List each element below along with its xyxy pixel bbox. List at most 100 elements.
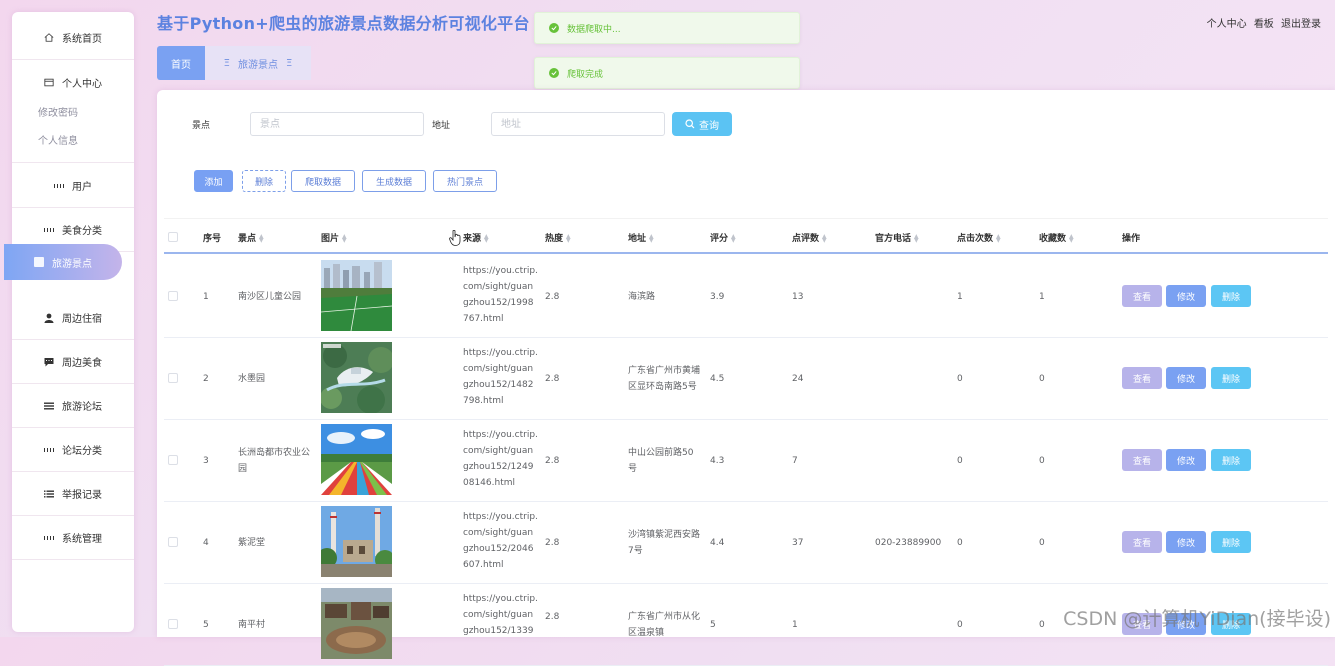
- grid-icon: [44, 533, 54, 543]
- cell-clicks: 0: [957, 535, 963, 551]
- toast-done: 爬取完成: [534, 57, 800, 89]
- sort-icon: ▲▼: [996, 235, 1001, 243]
- cell-phone: 020-23889900: [875, 535, 941, 551]
- row-checkbox[interactable]: [168, 291, 178, 301]
- delete-button[interactable]: 删除: [1211, 531, 1251, 553]
- scenic-icon: [34, 257, 44, 267]
- list-icon: [44, 489, 54, 499]
- edit-button[interactable]: 修改: [1166, 449, 1206, 471]
- cell-reviews: 37: [792, 535, 803, 551]
- cell-reviews: 7: [792, 453, 798, 469]
- crawl-data-button[interactable]: 爬取数据: [291, 170, 355, 192]
- personal-center-link[interactable]: 个人中心: [1207, 19, 1247, 30]
- delete-button[interactable]: 删除: [1211, 449, 1251, 471]
- tab-scenic[interactable]: Ξ 旅游景点 Ξ: [205, 46, 311, 80]
- cell-source: https://you.ctrip.com/sight/guangzhou152…: [463, 591, 538, 639]
- scenic-image: [321, 342, 392, 413]
- sort-icon: ▲▼: [822, 235, 827, 243]
- row-checkbox[interactable]: [168, 455, 178, 465]
- menu-icon: Ξ: [286, 58, 292, 69]
- col-heat[interactable]: 热度▲▼: [545, 231, 571, 244]
- logout-link[interactable]: 退出登录: [1281, 19, 1321, 30]
- toast-message: 爬取完成: [567, 67, 603, 80]
- sidebar-item-users[interactable]: 用户: [12, 164, 134, 208]
- sidebar-item-label: 美食分类: [62, 222, 102, 237]
- delete-button[interactable]: 删除: [1211, 285, 1251, 307]
- cell-reviews: 1: [792, 617, 798, 633]
- cell-name: 南沙区儿童公园: [238, 289, 301, 305]
- sidebar-item-scenic[interactable]: 旅游景点: [4, 244, 122, 280]
- hot-scenic-button[interactable]: 热门景点: [433, 170, 497, 192]
- cell-index: 1: [203, 289, 209, 305]
- cell-favorites: 0: [1039, 371, 1045, 387]
- scenic-label: 景点: [192, 118, 210, 131]
- col-source[interactable]: 来源▲▼: [463, 231, 489, 244]
- page-title: 基于Python+爬虫的旅游景点数据分析可视化平台: [157, 10, 530, 34]
- list-icon: [44, 401, 54, 411]
- personal-center-icon: [44, 77, 54, 87]
- toast-crawling: 数据爬取中...: [534, 12, 800, 44]
- cell-address: 广东省广州市黄埔区显环岛南路5号: [628, 363, 700, 395]
- view-button[interactable]: 查看: [1122, 449, 1162, 471]
- col-reviews[interactable]: 点评数▲▼: [792, 231, 827, 244]
- sort-icon: ▲▼: [259, 235, 264, 243]
- cell-clicks: 1: [957, 289, 963, 305]
- grid-icon: [44, 225, 54, 235]
- cell-favorites: 0: [1039, 535, 1045, 551]
- cell-clicks: 0: [957, 617, 963, 633]
- select-all-checkbox[interactable]: [168, 232, 178, 242]
- dashboard-link[interactable]: 看板: [1254, 19, 1274, 30]
- row-checkbox[interactable]: [168, 537, 178, 547]
- col-name[interactable]: 景点▲▼: [238, 231, 264, 244]
- view-button[interactable]: 查看: [1122, 367, 1162, 389]
- sidebar-item-system[interactable]: 系统管理: [12, 516, 134, 560]
- sidebar-divider: [12, 162, 134, 163]
- cell-address: 海滨路: [628, 289, 655, 305]
- col-favorites[interactable]: 收藏数▲▼: [1039, 231, 1074, 244]
- view-button[interactable]: 查看: [1122, 531, 1162, 553]
- address-input[interactable]: [491, 112, 665, 136]
- sidebar-item-home[interactable]: 系统首页: [12, 16, 134, 60]
- add-button[interactable]: 添加: [194, 170, 233, 192]
- row-checkbox[interactable]: [168, 619, 178, 629]
- success-icon: [549, 23, 559, 33]
- edit-button[interactable]: 修改: [1166, 531, 1206, 553]
- scenic-input[interactable]: [250, 112, 424, 136]
- tab-home[interactable]: 首页: [157, 46, 205, 80]
- scenic-image: [321, 424, 392, 495]
- sidebar-item-label: 周边美食: [62, 354, 102, 369]
- cell-address: 广东省广州市从化区温泉镇: [628, 609, 700, 641]
- sidebar-item-forum-category[interactable]: 论坛分类: [12, 428, 134, 472]
- sidebar-sub-change-password[interactable]: 修改密码: [38, 104, 78, 119]
- edit-button[interactable]: 修改: [1166, 367, 1206, 389]
- cell-score: 4.3: [710, 453, 724, 469]
- col-index: 序号: [203, 231, 221, 244]
- cell-heat: 2.8: [545, 609, 559, 625]
- col-clicks[interactable]: 点击次数▲▼: [957, 231, 1001, 244]
- batch-delete-button[interactable]: 删除: [242, 170, 286, 192]
- row-checkbox[interactable]: [168, 373, 178, 383]
- cell-score: 4.4: [710, 535, 724, 551]
- sidebar-item-personal[interactable]: 个人中心: [12, 60, 134, 104]
- col-score[interactable]: 评分▲▼: [710, 231, 736, 244]
- sort-icon: ▲▼: [484, 235, 489, 243]
- sidebar-item-forum[interactable]: 旅游论坛: [12, 384, 134, 428]
- sidebar-item-lodging[interactable]: 周边住宿: [12, 296, 134, 340]
- col-phone[interactable]: 官方电话▲▼: [875, 231, 919, 244]
- sidebar-item-reports[interactable]: 举报记录: [12, 472, 134, 516]
- edit-button[interactable]: 修改: [1166, 285, 1206, 307]
- col-image[interactable]: 图片▲▼: [321, 231, 347, 244]
- view-button[interactable]: 查看: [1122, 285, 1162, 307]
- delete-button[interactable]: 删除: [1211, 367, 1251, 389]
- query-button[interactable]: 查询: [672, 112, 732, 136]
- generate-data-button[interactable]: 生成数据: [362, 170, 426, 192]
- query-label: 查询: [699, 117, 719, 132]
- cell-source: https://you.ctrip.com/sight/guangzhou152…: [463, 263, 538, 327]
- message-icon: [44, 357, 54, 367]
- sort-icon: ▲▼: [731, 235, 736, 243]
- home-icon: [44, 33, 54, 43]
- sidebar-sub-personal-info[interactable]: 个人信息: [38, 132, 78, 147]
- sidebar-item-nearby-food[interactable]: 周边美食: [12, 340, 134, 384]
- col-address[interactable]: 地址▲▼: [628, 231, 654, 244]
- cell-heat: 2.8: [545, 535, 559, 551]
